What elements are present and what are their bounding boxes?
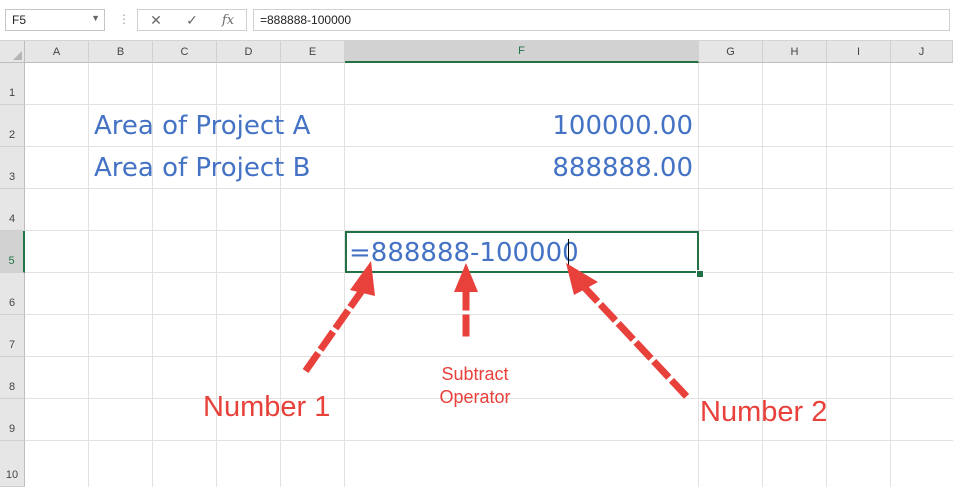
column-header-h[interactable]: H	[763, 41, 827, 63]
formula-buttons: ✕ ✓ fx	[137, 9, 247, 31]
row-header-7[interactable]: 7	[0, 315, 25, 357]
formula-bar: F5 ▼ ⋮ ✕ ✓ fx =888888-100000	[0, 0, 953, 41]
column-header-i[interactable]: I	[827, 41, 891, 63]
text-cursor	[568, 239, 569, 267]
formula-input[interactable]: =888888-100000	[253, 9, 950, 31]
select-all-icon	[13, 51, 22, 60]
gridline	[890, 63, 891, 487]
gridline	[25, 146, 953, 147]
cell-f3[interactable]: 888888.00	[552, 153, 693, 183]
column-header-b[interactable]: B	[89, 41, 153, 63]
label-number-1: Number 1	[203, 391, 331, 423]
row-header-8[interactable]: 8	[0, 357, 25, 399]
row-header-9[interactable]: 9	[0, 399, 25, 441]
gridline	[344, 63, 345, 487]
cell-b3[interactable]: Area of Project B	[94, 153, 310, 183]
row-header-10[interactable]: 10	[0, 441, 25, 487]
cell-f5-editing[interactable]: =888888-100000	[349, 238, 579, 268]
gridline	[88, 63, 89, 487]
label-subtract-operator: Subtract Operator	[430, 363, 520, 409]
cell-b2[interactable]: Area of Project A	[94, 111, 310, 141]
enter-icon[interactable]: ✓	[178, 10, 206, 30]
gridline	[25, 188, 953, 189]
row-header-6[interactable]: 6	[0, 273, 25, 315]
select-all-button[interactable]	[0, 41, 25, 63]
gridline	[25, 314, 953, 315]
column-header-e[interactable]: E	[281, 41, 345, 63]
name-box[interactable]: F5 ▼	[5, 9, 105, 31]
label-subtract-line1: Subtract	[441, 364, 509, 384]
dropdown-arrow-icon[interactable]: ▼	[91, 13, 100, 23]
column-header-j[interactable]: J	[891, 41, 953, 63]
fill-handle[interactable]	[696, 270, 704, 278]
column-header-g[interactable]: G	[699, 41, 763, 63]
row-header-3[interactable]: 3	[0, 147, 25, 189]
column-header-a[interactable]: A	[25, 41, 89, 63]
row-header-1[interactable]: 1	[0, 63, 25, 105]
gridline	[25, 440, 953, 441]
column-header-c[interactable]: C	[153, 41, 217, 63]
cell-f2[interactable]: 100000.00	[552, 111, 693, 141]
drag-handle-icon[interactable]: ⋮	[118, 12, 130, 26]
row-header-4[interactable]: 4	[0, 189, 25, 231]
cancel-icon[interactable]: ✕	[142, 10, 170, 30]
gridline	[25, 356, 953, 357]
column-header-d[interactable]: D	[217, 41, 281, 63]
row-header-2[interactable]: 2	[0, 105, 25, 147]
row-header-5[interactable]: 5	[0, 231, 25, 273]
formula-text: =888888-100000	[260, 13, 352, 27]
column-header-f[interactable]: F	[345, 41, 699, 63]
insert-function-icon[interactable]: fx	[214, 10, 242, 30]
label-subtract-line2: Operator	[439, 387, 511, 407]
gridline	[25, 104, 953, 105]
label-number-2: Number 2	[700, 396, 828, 428]
name-box-value: F5	[12, 13, 27, 27]
